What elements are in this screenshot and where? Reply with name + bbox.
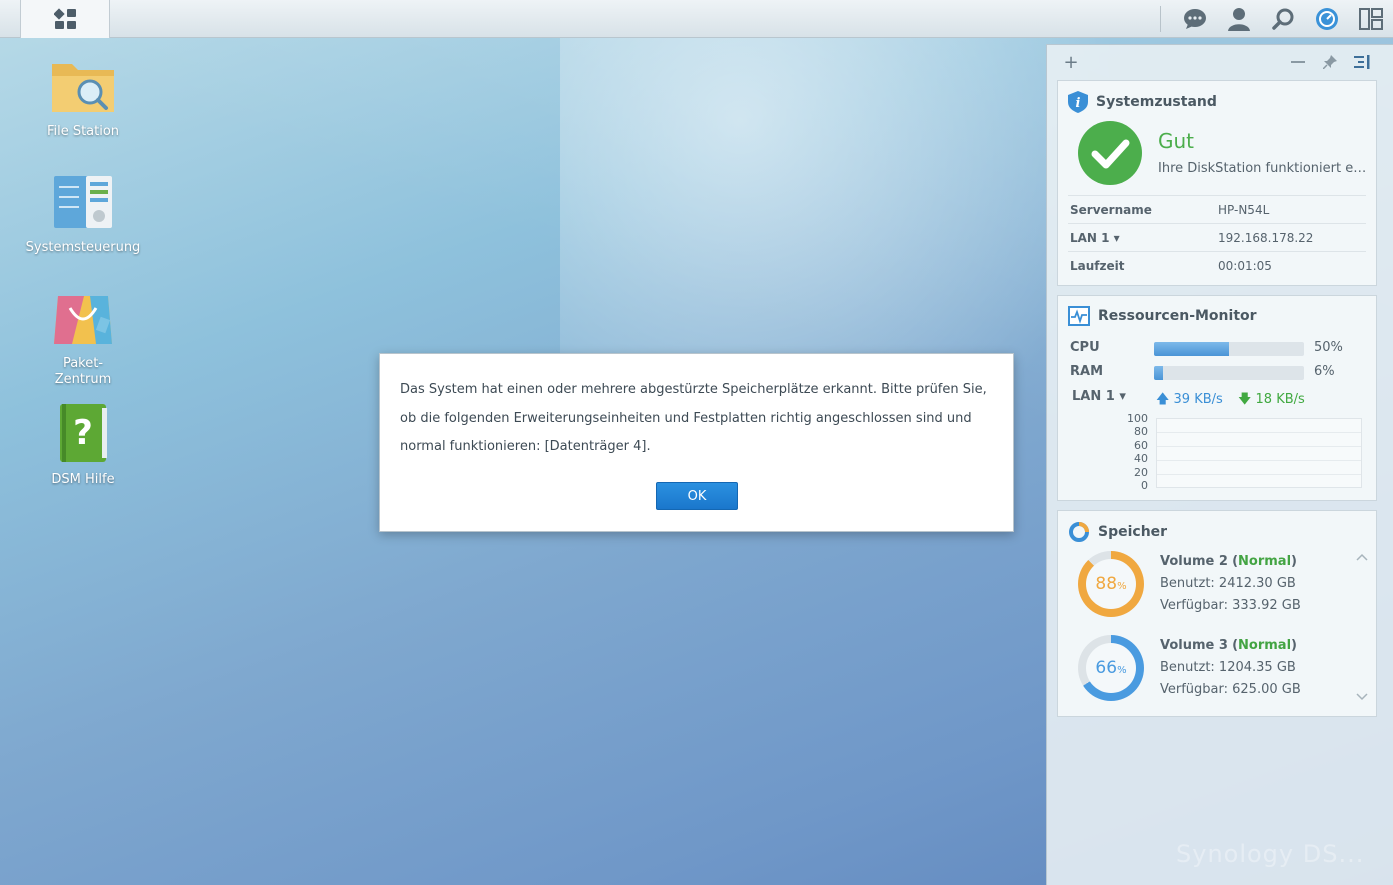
desktop-icon-label: Paket- Zentrum	[54, 356, 112, 387]
layout-icon	[1359, 8, 1383, 30]
ok-button[interactable]: OK	[656, 482, 738, 510]
desktop-layout-button[interactable]	[1349, 0, 1393, 38]
chart-y-tick: 100	[1127, 412, 1148, 425]
download-rate: 🡇 18 KB/s	[1238, 392, 1305, 407]
volume-status: Normal	[1238, 638, 1292, 653]
volume-usage-percent: 66%	[1095, 658, 1127, 678]
alert-dialog: Das System hat einen oder mehrere abgest…	[379, 353, 1014, 532]
volume-name: Volume 2	[1160, 554, 1228, 569]
resource-monitor-icon	[1068, 306, 1090, 326]
desktop-icon-label: DSM Hilfe	[51, 472, 115, 487]
resource-monitor-title: Ressourcen-Monitor	[1098, 308, 1257, 324]
desktop-icon-label: Systemsteuerung	[25, 240, 141, 255]
svg-text:i: i	[1076, 96, 1081, 111]
desktop-icon-paket-zentrum[interactable]: Paket- Zentrum	[23, 288, 143, 388]
volume-usage-percent: 88%	[1095, 574, 1127, 594]
desktop-icon-file-station[interactable]: File Station	[23, 56, 143, 140]
network-selector[interactable]: LAN 1 ▾	[1072, 389, 1126, 404]
collapse-widgets-button[interactable]	[1352, 52, 1372, 72]
volume-used: Benutzt: 2412.30 GB	[1160, 576, 1296, 591]
taskbar-separator	[1160, 6, 1161, 32]
svg-text:?: ?	[73, 413, 93, 453]
storage-donut-icon	[1069, 522, 1089, 542]
desktop-icon-label: File Station	[46, 124, 120, 139]
search-icon	[1272, 8, 1294, 30]
status-ok-badge	[1078, 121, 1142, 185]
minus-icon	[1291, 61, 1305, 63]
folder-search-icon	[52, 64, 114, 112]
cpu-usage-bar	[1154, 342, 1304, 356]
system-status-text: Gut	[1158, 129, 1195, 153]
upload-rate: 🡅 39 KB/s	[1156, 392, 1223, 407]
desktop-icon-systemsteuerung[interactable]: Systemsteuerung	[23, 172, 143, 256]
help-book-icon: ?	[60, 404, 107, 462]
desktop-icon-dsm-hilfe[interactable]: ? DSM Hilfe	[23, 404, 143, 488]
control-panel-icon	[54, 176, 112, 228]
volume-free: Verfügbar: 333.92 GB	[1160, 598, 1301, 613]
volume-used: Benutzt: 1204.35 GB	[1160, 660, 1296, 675]
widgets-toggle-button[interactable]	[1305, 0, 1349, 38]
ram-usage-bar	[1154, 366, 1304, 380]
resource-monitor-widget: Ressourcen-Monitor CPU 50% RAM 6% LAN 1 …	[1057, 295, 1377, 501]
divider	[1068, 223, 1366, 224]
pin-icon	[1323, 55, 1337, 69]
divider	[1068, 251, 1366, 252]
chart-y-tick: 60	[1134, 439, 1148, 452]
watermark: Synology DS...	[1176, 840, 1365, 868]
chevron-down-icon[interactable]	[1356, 693, 1368, 701]
system-status-description: Ihre DiskStation funktioniert einwandfre…	[1158, 161, 1368, 176]
chat-bubble-icon	[1184, 9, 1206, 29]
chart-y-tick: 40	[1134, 452, 1148, 465]
chart-y-tick: 80	[1134, 425, 1148, 438]
upload-arrow-icon: 🡅	[1156, 392, 1170, 407]
chart-y-tick: 20	[1134, 466, 1148, 479]
storage-title: Speicher	[1098, 524, 1168, 540]
system-health-widget: i Systemzustand Gut Ihre DiskStation fun…	[1057, 80, 1377, 286]
main-menu-button[interactable]	[20, 0, 110, 38]
user-button[interactable]	[1217, 0, 1261, 38]
dialog-message: Das System hat einen oder mehrere abgest…	[400, 382, 987, 454]
volume-name: Volume 3	[1160, 638, 1228, 653]
widget-panel: + i Systemzustand Gut Ihre DiskStation f…	[1046, 44, 1393, 885]
main-menu-icon	[54, 8, 76, 29]
system-health-title: Systemzustand	[1096, 94, 1217, 110]
lan-selector[interactable]: LAN 1 ▾	[1070, 231, 1120, 245]
collapse-panel-icon	[1354, 55, 1370, 69]
volume-usage-donut: 66%	[1078, 635, 1144, 701]
taskbar	[0, 0, 1393, 38]
volume-usage-donut: 88%	[1078, 551, 1144, 617]
volume-status: Normal	[1238, 554, 1292, 569]
add-widget-button[interactable]: +	[1061, 52, 1081, 73]
package-bag-icon	[54, 296, 112, 344]
minimize-widgets-button[interactable]	[1288, 52, 1308, 72]
pin-widgets-button[interactable]	[1320, 52, 1340, 72]
search-button[interactable]	[1261, 0, 1305, 38]
network-chart	[1156, 418, 1362, 488]
chart-y-tick: 0	[1141, 479, 1148, 492]
storage-widget: Speicher 88% Volume 2 (Normal) Benutzt: …	[1057, 510, 1377, 717]
widget-panel-header: +	[1047, 45, 1393, 79]
notifications-button[interactable]	[1173, 0, 1217, 38]
download-arrow-icon: 🡇	[1238, 392, 1252, 407]
checkmark-icon	[1091, 139, 1130, 169]
user-icon	[1228, 8, 1250, 31]
info-shield-icon: i	[1068, 91, 1088, 113]
volume-free: Verfügbar: 625.00 GB	[1160, 682, 1301, 697]
chevron-up-icon[interactable]	[1356, 553, 1368, 561]
dashboard-gauge-icon	[1316, 8, 1338, 30]
divider	[1068, 195, 1366, 196]
